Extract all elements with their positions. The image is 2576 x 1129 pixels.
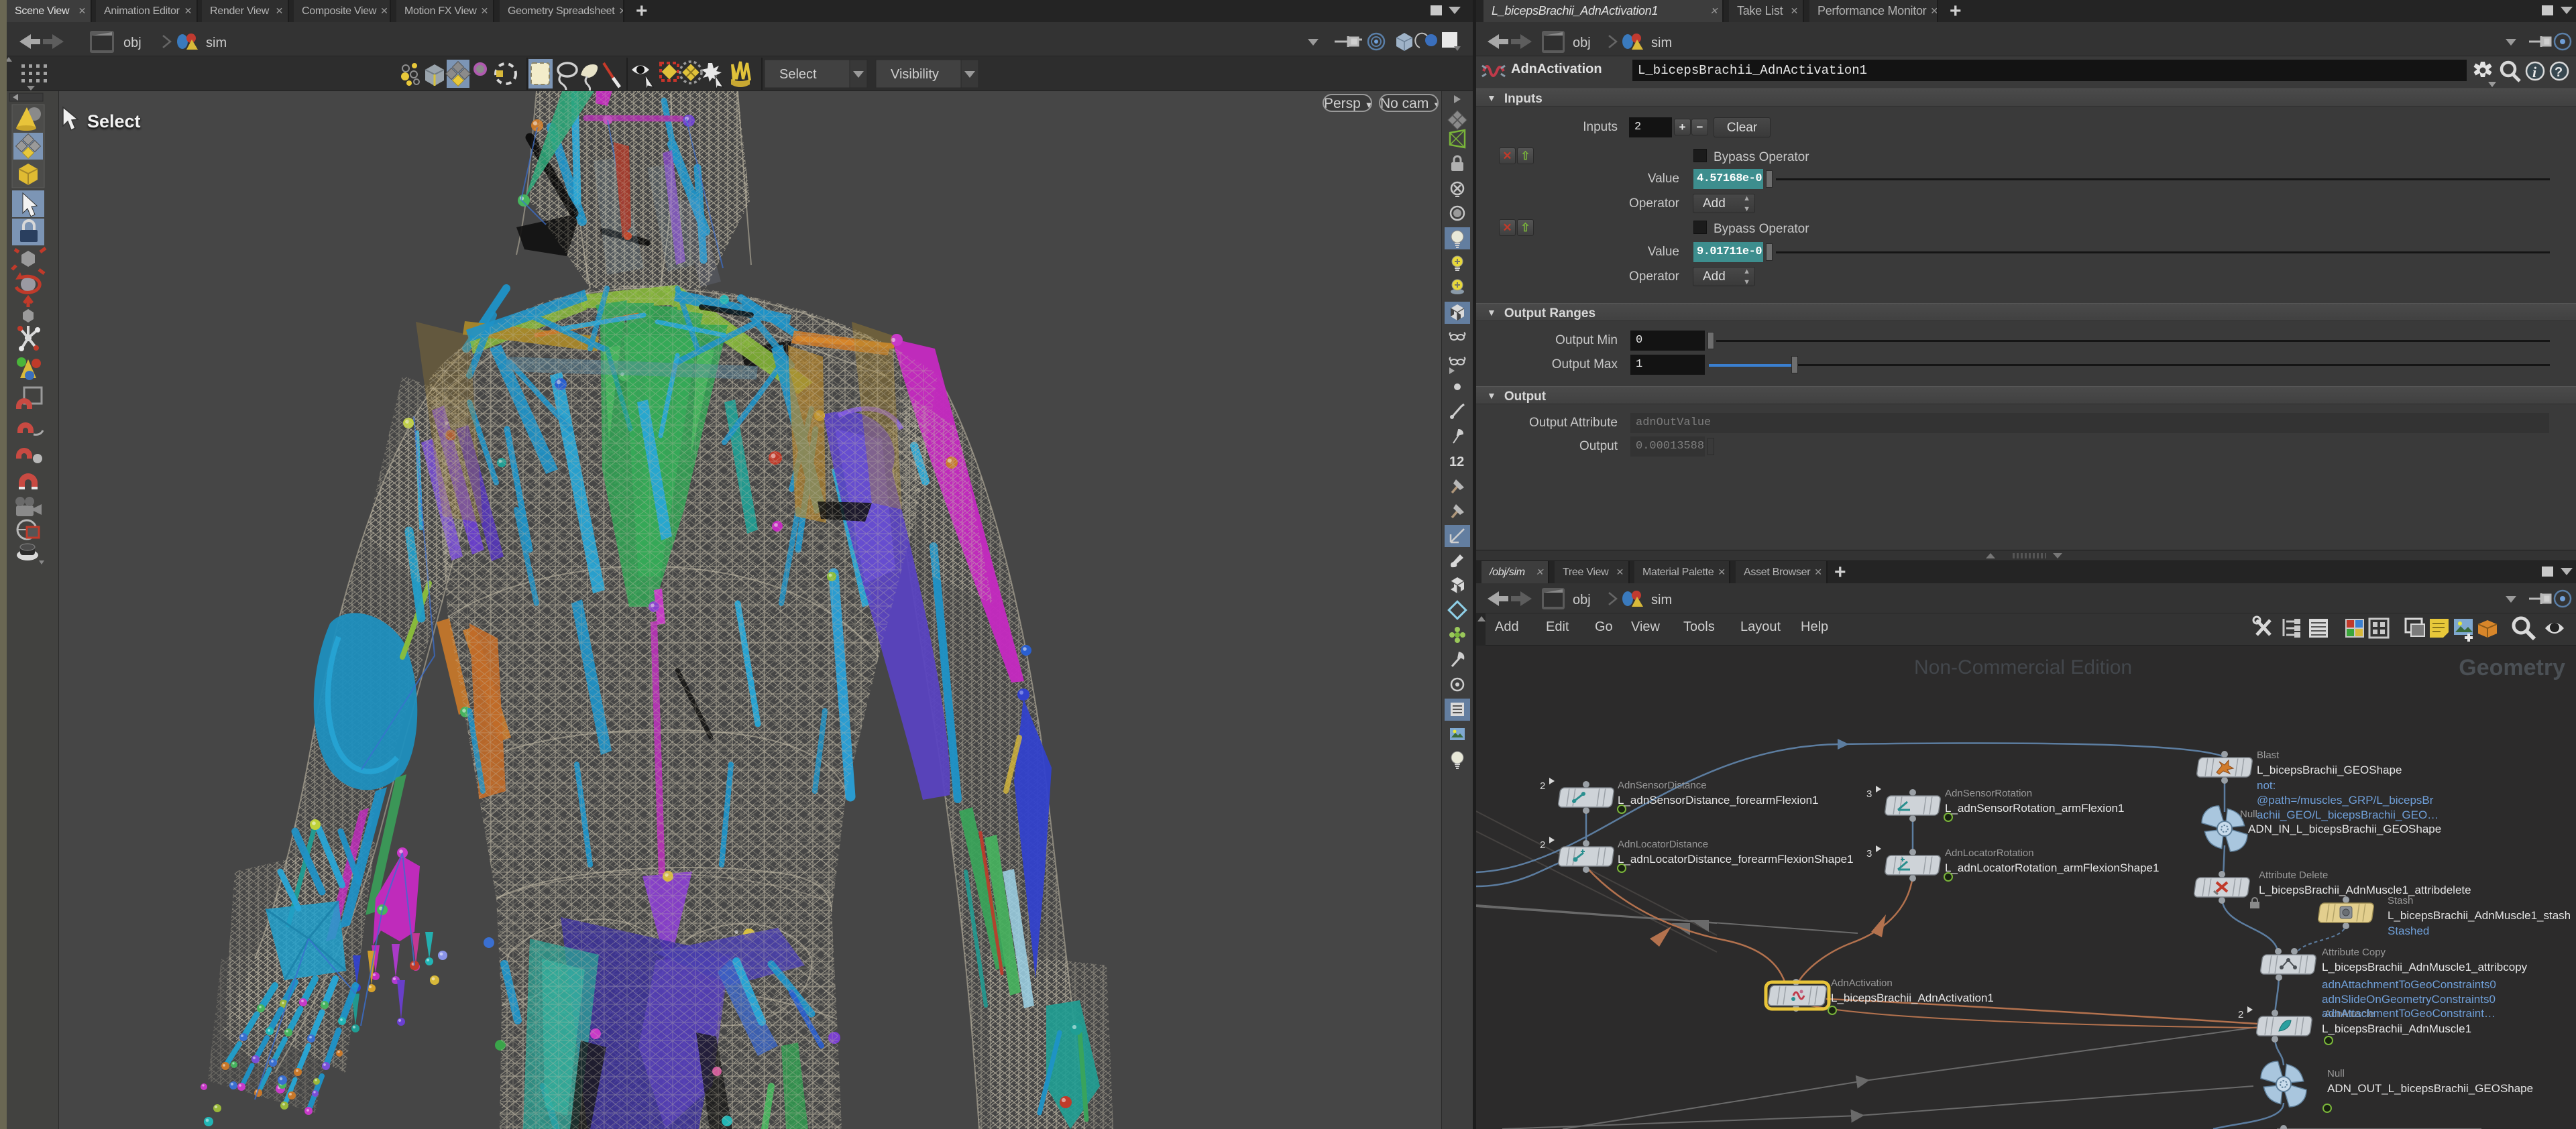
svg-text:2: 2	[1540, 839, 1545, 851]
svg-text:L_adnLocatorRotation_armFlexio: L_adnLocatorRotation_armFlexionShape1	[1945, 861, 2159, 874]
svg-text:2: 2	[1540, 780, 1545, 792]
svg-text:AdnLocatorDistance: AdnLocatorDistance	[1618, 839, 1708, 850]
svg-text:Visibility: Visibility	[891, 67, 939, 82]
svg-text:AdnActivation: AdnActivation	[1831, 977, 1893, 989]
svg-text:AdnLocatorRotation: AdnLocatorRotation	[1945, 847, 2034, 859]
svg-text:L_adnSensorRotation_armFlexion: L_adnSensorRotation_armFlexion1	[1945, 802, 2124, 815]
svg-text:obj: obj	[1573, 593, 1591, 607]
svg-text:Select: Select	[779, 67, 817, 82]
svg-text:L_bicepsBrachii_AdnMuscle1_att: L_bicepsBrachii_AdnMuscle1_attribdelete	[2259, 884, 2471, 896]
svg-text:sim: sim	[206, 36, 227, 50]
svg-text:sim: sim	[1651, 593, 1672, 607]
svg-text:Attribute Copy: Attribute Copy	[2322, 947, 2386, 958]
svg-text:?: ?	[2555, 65, 2563, 80]
svg-text:@path=/muscles_GRP/L_bicepsBr: @path=/muscles_GRP/L_bicepsBr	[2257, 794, 2434, 807]
svg-text:2: 2	[2238, 1009, 2243, 1020]
svg-text:Stashed: Stashed	[2388, 925, 2429, 937]
svg-text:Attribute Delete: Attribute Delete	[2259, 870, 2328, 881]
svg-text:L_adnSensorDistance_forearmFle: L_adnSensorDistance_forearmFlexion1	[1618, 794, 1819, 807]
svg-text:AdnSensorRotation: AdnSensorRotation	[1945, 788, 2032, 799]
svg-text:3: 3	[1866, 848, 1872, 859]
svg-text:Select: Select	[87, 111, 141, 131]
svg-text:L_bicepsBrachii_AdnMuscle1: L_bicepsBrachii_AdnMuscle1	[2322, 1022, 2471, 1035]
svg-text:ADN_OUT_L_bicepsBrachii_GEOSha: ADN_OUT_L_bicepsBrachii_GEOShape	[2327, 1082, 2533, 1095]
svg-text:L_bicepsBrachii_AdnActivation1: L_bicepsBrachii_AdnActivation1	[1831, 992, 1994, 1004]
svg-text:obj: obj	[1573, 36, 1591, 50]
svg-text:Stash: Stash	[2388, 895, 2413, 906]
svg-text:achii_GEO/L_bicepsBrachii_GEO…: achii_GEO/L_bicepsBrachii_GEO…	[2257, 809, 2439, 821]
svg-text:adnAttachmentToGeoConstraint…: adnAttachmentToGeoConstraint…	[2322, 1007, 2496, 1020]
svg-text:L_bicepsBrachii_AdnMuscle1_sta: L_bicepsBrachii_AdnMuscle1_stash	[2388, 909, 2571, 922]
svg-text:not:: not:	[2257, 779, 2276, 792]
svg-text:L_bicepsBrachii_AdnMuscle1_att: L_bicepsBrachii_AdnMuscle1_attribcopy	[2322, 961, 2528, 973]
svg-text:i: i	[2532, 64, 2537, 80]
svg-text:12: 12	[1449, 455, 1464, 469]
svg-text:sim: sim	[1651, 36, 1672, 50]
svg-text:obj: obj	[123, 36, 142, 50]
svg-text:Blast: Blast	[2257, 750, 2280, 761]
svg-text:adnAttachmentToGeoConstraints0: adnAttachmentToGeoConstraints0	[2322, 978, 2496, 991]
svg-text:AdnSensorDistance: AdnSensorDistance	[1618, 780, 1707, 791]
svg-text:Null: Null	[2240, 809, 2257, 820]
svg-text:3: 3	[1866, 788, 1872, 800]
svg-text:ADN_IN_L_bicepsBrachii_GEOShap: ADN_IN_L_bicepsBrachii_GEOShape	[2248, 823, 2441, 835]
svg-text:L_bicepsBrachii_GEOShape: L_bicepsBrachii_GEOShape	[2257, 764, 2402, 776]
svg-text:L_adnLocatorDistance_forearmFl: L_adnLocatorDistance_forearmFlexionShape…	[1618, 853, 1854, 866]
svg-text:adnSlideOnGeometryConstraints0: adnSlideOnGeometryConstraints0	[2322, 993, 2496, 1006]
svg-text:Null: Null	[2327, 1068, 2345, 1079]
